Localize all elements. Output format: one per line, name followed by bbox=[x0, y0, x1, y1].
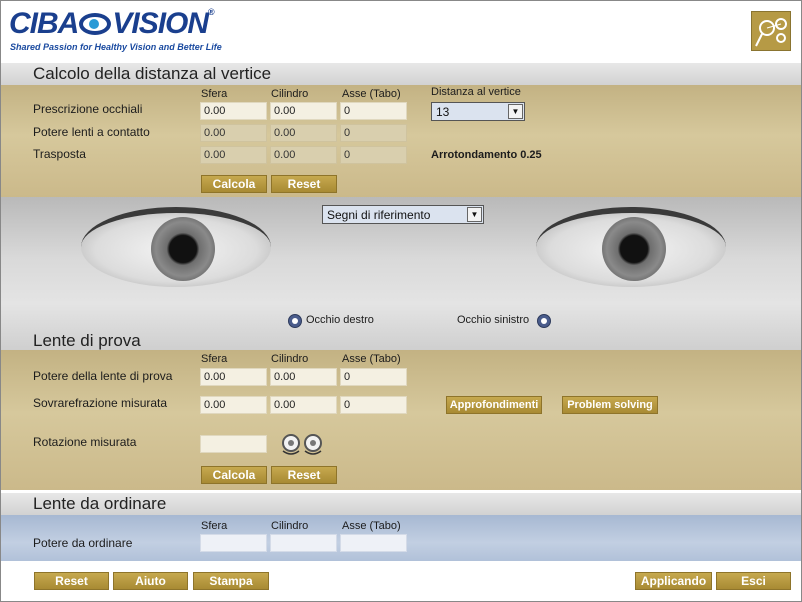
col-header-sfera: Sfera bbox=[201, 353, 228, 365]
logo-text-left: CIBA bbox=[9, 7, 79, 40]
section-title-bar-order: Lente da ordinare bbox=[1, 493, 801, 515]
row-label-trasposta: Trasposta bbox=[33, 147, 86, 161]
left-eye-image bbox=[536, 207, 726, 287]
section-title-bar-trial: Lente di prova bbox=[1, 330, 801, 350]
right-eye-label: Occhio destro bbox=[306, 314, 374, 326]
print-button[interactable]: Stampa bbox=[193, 572, 269, 590]
reset-button-vertex[interactable]: Reset bbox=[271, 175, 337, 193]
row-label-prescrizione: Prescrizione occhiali bbox=[33, 102, 143, 116]
ordinare-sfera-value bbox=[200, 534, 267, 552]
col-header-sfera: Sfera bbox=[201, 88, 228, 100]
left-eye-radio[interactable] bbox=[537, 314, 551, 328]
trasposta-cilindro-value: 0.00 bbox=[270, 146, 337, 164]
col-header-cilindro: Cilindro bbox=[271, 353, 309, 365]
col-header-cilindro: Cilindro bbox=[271, 520, 309, 532]
apply-button[interactable]: Applicando bbox=[635, 572, 712, 590]
trasposta-asse-value: 0 bbox=[340, 146, 407, 164]
calcola-button-trial[interactable]: Calcola bbox=[201, 466, 267, 484]
logo-text-right: VISION bbox=[112, 7, 209, 40]
logo-registered-mark: ® bbox=[208, 7, 215, 17]
prescrizione-sfera-field[interactable]: 0.00 bbox=[200, 102, 267, 120]
prova-cilindro-field[interactable]: 0.00 bbox=[270, 368, 337, 386]
order-lens-panel: Sfera Cilindro Asse (Tabo) Potere da ord… bbox=[1, 515, 801, 561]
right-eye-radio[interactable] bbox=[288, 314, 302, 328]
lenti-asse-value: 0 bbox=[340, 124, 407, 142]
footer-bar: Reset Aiuto Stampa Applicando Esci bbox=[1, 563, 801, 601]
col-header-sfera: Sfera bbox=[201, 520, 228, 532]
rotation-icon[interactable] bbox=[279, 433, 327, 457]
row-label-potere-ordinare: Potere da ordinare bbox=[33, 536, 133, 550]
ordinare-asse-value bbox=[340, 534, 407, 552]
left-iris bbox=[602, 217, 666, 281]
prescrizione-asse-field[interactable]: 0 bbox=[340, 102, 407, 120]
row-label-sovrarefrazione: Sovrarefrazione misurata bbox=[33, 396, 168, 410]
prova-sfera-field[interactable]: 0.00 bbox=[200, 368, 267, 386]
tagline: Shared Passion for Healthy Vision and Be… bbox=[10, 42, 222, 52]
reset-button-trial[interactable]: Reset bbox=[271, 466, 337, 484]
col-header-cilindro: Cilindro bbox=[271, 88, 309, 100]
reference-marks-value: Segni di riferimento bbox=[327, 208, 431, 222]
lenti-sfera-value: 0.00 bbox=[200, 124, 267, 142]
right-eye-image bbox=[81, 207, 271, 287]
col-header-asse: Asse (Tabo) bbox=[342, 520, 401, 532]
sovrarefrazione-sfera-field[interactable]: 0.00 bbox=[200, 396, 267, 414]
reference-marks-select[interactable]: Segni di riferimento ▼ bbox=[322, 205, 484, 224]
logo-eye-icon bbox=[79, 13, 112, 35]
distanza-value: 13 bbox=[436, 105, 450, 119]
col-header-asse: Asse (Tabo) bbox=[342, 88, 401, 100]
lens-tools-icon[interactable] bbox=[751, 11, 791, 51]
row-label-rotazione: Rotazione misurata bbox=[33, 435, 137, 449]
sovrarefrazione-asse-field[interactable]: 0 bbox=[340, 396, 407, 414]
arrotondamento-label: Arrotondamento 0.25 bbox=[431, 149, 542, 161]
header: CIBA VISION® Shared Passion for Healthy V… bbox=[1, 1, 801, 63]
vertex-distance-panel: Sfera Cilindro Asse (Tabo) Distanza al v… bbox=[1, 85, 801, 197]
distanza-select[interactable]: 13 ▼ bbox=[431, 102, 525, 121]
brand-logo: CIBA VISION® bbox=[9, 7, 215, 41]
approfondimenti-button[interactable]: Approfondimenti bbox=[446, 396, 542, 414]
row-label-potere-lenti: Potere lenti a contatto bbox=[33, 125, 150, 139]
lenti-cilindro-value: 0.00 bbox=[270, 124, 337, 142]
reset-all-button[interactable]: Reset bbox=[34, 572, 109, 590]
chevron-down-icon[interactable]: ▼ bbox=[467, 207, 482, 222]
prescrizione-cilindro-field[interactable]: 0.00 bbox=[270, 102, 337, 120]
section-title-bar-vertex: Calcolo della distanza al vertice bbox=[1, 63, 801, 85]
left-eye-label: Occhio sinistro bbox=[457, 314, 530, 326]
trasposta-sfera-value: 0.00 bbox=[200, 146, 267, 164]
col-header-asse: Asse (Tabo) bbox=[342, 353, 401, 365]
right-iris bbox=[151, 217, 215, 281]
help-button[interactable]: Aiuto bbox=[113, 572, 188, 590]
rotazione-field[interactable] bbox=[200, 435, 267, 453]
ordinare-cilindro-value bbox=[270, 534, 337, 552]
exit-button[interactable]: Esci bbox=[716, 572, 791, 590]
prova-asse-field[interactable]: 0 bbox=[340, 368, 407, 386]
row-label-potere-prova: Potere della lente di prova bbox=[33, 369, 173, 383]
app-window: CIBA VISION® Shared Passion for Healthy V… bbox=[0, 0, 802, 602]
chevron-down-icon[interactable]: ▼ bbox=[508, 104, 523, 119]
trial-lens-panel: Sfera Cilindro Asse (Tabo) Potere della … bbox=[1, 350, 801, 490]
section-title-trial: Lente di prova bbox=[33, 331, 141, 350]
problem-solving-button[interactable]: Problem solving bbox=[562, 396, 658, 414]
distanza-label: Distanza al vertice bbox=[431, 86, 521, 98]
section-title-vertex: Calcolo della distanza al vertice bbox=[33, 64, 272, 83]
sovrarefrazione-cilindro-field[interactable]: 0.00 bbox=[270, 396, 337, 414]
eyes-image-band: Segni di riferimento ▼ Occhio destro Occ… bbox=[1, 197, 801, 350]
section-title-order: Lente da ordinare bbox=[33, 494, 167, 513]
calcola-button-vertex[interactable]: Calcola bbox=[201, 175, 267, 193]
